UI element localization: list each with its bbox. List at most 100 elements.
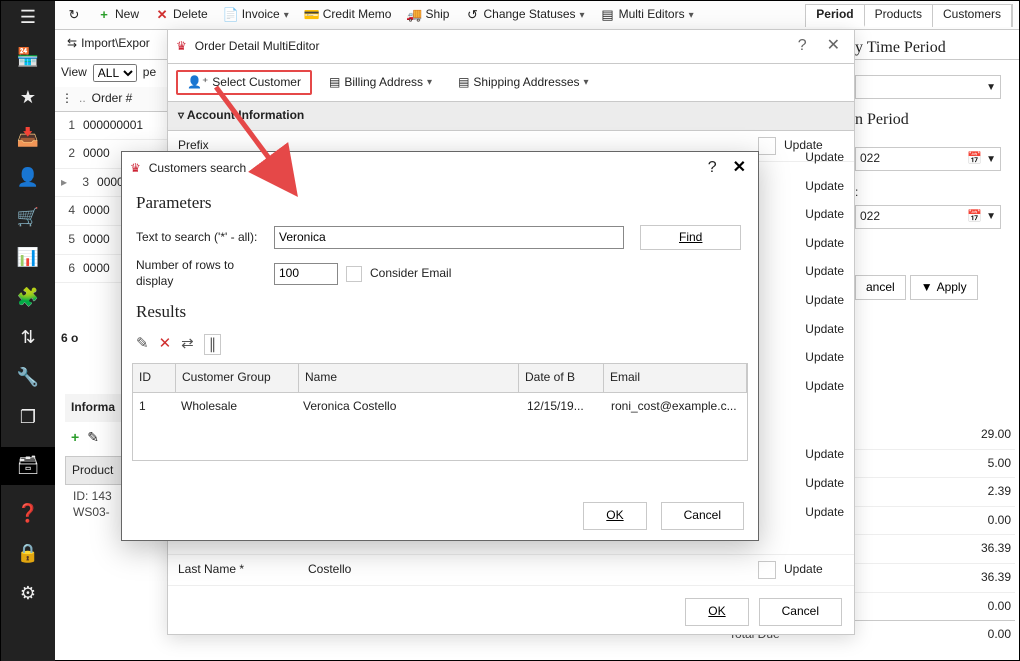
custsearch-title: Customers search [149,161,246,177]
change-status-button[interactable]: ↺Change Statuses [459,5,590,25]
help-icon[interactable]: ❓ [17,503,39,525]
creditmemo-icon: 💳 [305,8,319,22]
billing-address-button[interactable]: ▤ Billing Address [320,70,441,96]
total-value: 36.39 [951,570,1011,586]
custsearch-cancel-button[interactable]: Cancel [661,502,744,530]
gear-icon[interactable]: ⚙ [17,583,39,605]
col-dob[interactable]: Date of B [519,364,604,392]
period-date-2[interactable]: 022📅▼ [855,205,1001,229]
search-text-input[interactable] [274,226,624,250]
calendar-icon: 📅 [967,209,982,225]
grid-header[interactable]: ID Customer Group Name Date of B Email [133,364,747,393]
update-label: Update [805,322,844,338]
filter-icon: ▼ [921,280,933,296]
shipping-address-button[interactable]: ▤ Shipping Addresses [449,70,597,96]
multi-label: Multi Editors [619,7,685,23]
rows-label: Number of rows to display [136,258,266,289]
update-column: Update Update Update Update Update Updat… [805,150,844,520]
x-icon: ✕ [155,8,169,22]
invoice-button[interactable]: 📄Invoice [218,5,295,25]
close-button[interactable]: ✕ [821,36,846,57]
account-info-section[interactable]: ▿ Account Information [168,102,854,131]
results-grid: ID Customer Group Name Date of B Email 1… [132,363,748,461]
wrench-icon[interactable]: 🔧 [17,367,39,389]
chart-icon[interactable]: 📊 [17,247,39,269]
multieditor-ok-button[interactable]: OK [685,598,748,626]
import-export-button[interactable]: ⇆Import\Expor [61,34,156,54]
edit-icon[interactable]: ✎ [136,334,149,356]
user-icon[interactable]: 👤 [17,167,39,189]
help-button[interactable]: ? [704,158,721,179]
multi-editors-button[interactable]: ▤Multi Editors [595,5,700,25]
columns-icon[interactable]: ∥ [204,334,222,356]
orders-header[interactable]: ⋮ .. Order # [55,87,167,112]
help-button[interactable]: ? [792,36,813,57]
puzzle-icon[interactable]: 🧩 [17,287,39,309]
search-text-label: Text to search ('*' - all): [136,230,266,246]
period-apply-button[interactable]: ▼Apply [910,275,978,301]
multieditor-cancel-button[interactable]: Cancel [759,598,842,626]
tab-products[interactable]: Products [865,5,933,27]
select-customer-button[interactable]: 👤⁺ Select Customer [176,70,312,96]
timeperiod-title: y Time Period [855,39,1015,57]
refresh-icon: ↻ [67,8,81,22]
delete-button[interactable]: ✕Delete [149,5,214,25]
add-icon[interactable]: + [71,428,79,446]
grid-row[interactable]: 1 Wholesale Veronica Costello 12/15/19..… [133,393,747,421]
col-email[interactable]: Email [604,364,747,392]
period-panel: y Time Period ▼ n Period 022📅▼ : 022📅▼ a… [855,35,1015,300]
col-id[interactable]: ID [133,364,176,392]
period-date-1[interactable]: 022📅▼ [855,147,1001,171]
lastname-label: Last Name * [178,562,308,578]
view-label: View [61,65,87,81]
cell-dob: 12/15/19... [521,393,605,421]
refresh-button[interactable]: ↻ [61,6,87,24]
col-name[interactable]: Name [299,364,519,392]
store-icon[interactable]: 🏪 [17,47,39,69]
total-due-value: 0.00 [951,627,1011,643]
consider-email-checkbox[interactable] [346,266,362,282]
period-select-1[interactable]: ▼ [855,75,1001,99]
archive-icon[interactable]: 🗃 [1,447,55,485]
prefix-update-checkbox[interactable] [758,137,776,155]
update-label: Update [805,150,844,166]
bag-icon[interactable]: 🛒 [17,207,39,229]
view-select[interactable]: ALL [93,64,137,82]
close-button[interactable]: ✕ [729,158,750,179]
delete-icon[interactable]: ✕ [159,334,172,356]
edit-icon[interactable]: ✎ [87,428,99,446]
find-button[interactable]: Find [640,225,741,251]
rows-input[interactable] [274,263,338,285]
update-label: Update [784,562,844,578]
update-label: Update [805,264,844,280]
order-row[interactable]: 1000000001 [55,112,167,141]
results-toolbar: ✎ ✕ ⇄ ∥ [122,330,758,360]
transfer-icon[interactable]: ⇅ [17,327,39,349]
update-label: Update [805,505,844,521]
lock-icon[interactable]: 🔒 [17,543,39,565]
credit-memo-button[interactable]: 💳Credit Memo [299,5,398,25]
update-label: Update [805,447,844,463]
app-icon: ♛ [130,161,141,177]
update-label: Update [805,476,844,492]
lastname-update-checkbox[interactable] [758,561,776,579]
tab-period[interactable]: Period [806,5,864,27]
fit-icon[interactable]: ⇄ [181,334,194,356]
lastname-value[interactable]: Costello [308,562,758,578]
ship-button[interactable]: 🚚Ship [401,5,455,25]
inbox-icon[interactable]: 📥 [17,127,39,149]
new-button[interactable]: +New [91,5,145,25]
period-cancel-button[interactable]: ancel [855,275,906,301]
truck-icon: 🚚 [407,8,421,22]
col-group[interactable]: Customer Group [176,364,299,392]
tab-customers[interactable]: Customers [933,5,1012,27]
consider-email-label: Consider Email [370,266,451,282]
cell-group: Wholesale [175,393,297,421]
star-icon[interactable]: ★ [17,87,39,109]
menu-icon[interactable]: ☰ [17,7,39,29]
cell-id: 1 [133,393,175,421]
change-label: Change Statuses [483,7,575,23]
custsearch-ok-button[interactable]: OK [583,502,646,530]
copy-icon[interactable]: ❐ [17,407,39,429]
impexp-label: Import\Expor [81,36,150,52]
